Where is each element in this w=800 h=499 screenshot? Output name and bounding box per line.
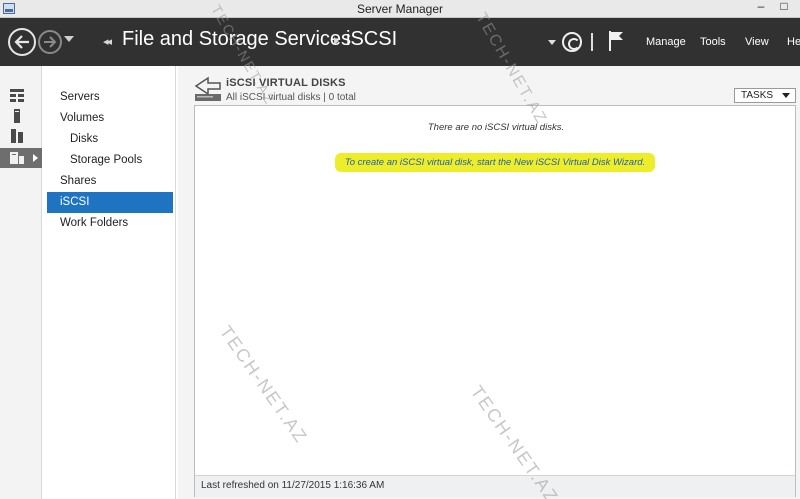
rail-all-servers[interactable] xyxy=(0,126,42,146)
notifications-flag-icon[interactable] xyxy=(608,30,624,52)
breadcrumb-header: ◂◂ File and Storage Services iSCSI Manag… xyxy=(0,18,800,66)
window-title: Server Manager xyxy=(356,2,444,16)
iscsi-disks-list-panel: There are no iSCSI virtual disks. To cre… xyxy=(194,105,796,497)
breadcrumb-root-arrows[interactable]: ◂◂ xyxy=(103,35,112,48)
menu-help[interactable]: Help xyxy=(787,36,800,48)
subnav-servers[interactable]: Servers xyxy=(47,87,173,108)
main-content: iSCSI VIRTUAL DISKS All iSCSI virtual di… xyxy=(178,66,800,499)
breadcrumb-dropdown-button[interactable] xyxy=(548,40,556,45)
arrow-left-icon xyxy=(14,35,29,49)
all-servers-icon xyxy=(11,129,23,143)
empty-message: There are no iSCSI virtual disks. xyxy=(427,122,565,133)
subnav-volumes[interactable]: Volumes xyxy=(47,108,173,129)
left-icon-rail xyxy=(0,66,42,499)
menu-tools[interactable]: Tools xyxy=(700,36,726,48)
breadcrumb-separator-icon xyxy=(334,37,339,45)
back-button[interactable] xyxy=(8,28,36,56)
minimize-button[interactable]: – xyxy=(750,0,772,14)
maximize-button[interactable]: □ xyxy=(773,0,795,14)
file-storage-subnav: Servers Volumes Disks Storage Pools Shar… xyxy=(46,66,176,499)
refresh-icon[interactable] xyxy=(562,32,582,52)
expand-arrow-icon xyxy=(33,154,38,162)
dashboard-icon xyxy=(10,89,24,102)
subnav-disks[interactable]: Disks xyxy=(47,129,173,150)
rail-dashboard[interactable] xyxy=(0,86,42,106)
iscsi-disk-icon xyxy=(194,76,221,101)
file-storage-icon xyxy=(10,152,24,164)
wizard-link-text: To create an iSCSI virtual disk, start t… xyxy=(344,157,646,168)
tasks-dropdown-button[interactable]: TASKS xyxy=(734,88,796,103)
arrow-right-icon xyxy=(44,36,57,48)
subnav-storage-pools[interactable]: Storage Pools xyxy=(47,150,173,171)
menu-view[interactable]: View xyxy=(745,36,769,48)
forward-button[interactable] xyxy=(38,30,62,54)
new-iscsi-wizard-link[interactable]: To create an iSCSI virtual disk, start t… xyxy=(335,153,655,172)
chevron-down-icon xyxy=(782,93,790,98)
breadcrumb-current: iSCSI xyxy=(346,28,398,50)
last-refreshed-text: Last refreshed on 11/27/2015 1:16:36 AM xyxy=(201,480,385,491)
header-divider xyxy=(591,33,593,51)
rail-file-storage[interactable] xyxy=(0,148,42,168)
window-titlebar: Server Manager – □ xyxy=(0,0,800,18)
menu-manage[interactable]: Manage xyxy=(646,36,686,48)
subnav-iscsi[interactable]: iSCSI xyxy=(47,192,173,213)
group-title: iSCSI VIRTUAL DISKS xyxy=(226,77,346,89)
history-dropdown-button[interactable] xyxy=(64,36,74,42)
local-server-icon xyxy=(14,109,20,123)
rail-local-server[interactable] xyxy=(0,106,42,126)
status-bar: Last refreshed on 11/27/2015 1:16:36 AM xyxy=(195,475,795,497)
subnav-shares[interactable]: Shares xyxy=(47,171,173,192)
group-subtitle: All iSCSI virtual disks | 0 total xyxy=(226,92,356,103)
tasks-label: TASKS xyxy=(741,90,774,101)
subnav-work-folders[interactable]: Work Folders xyxy=(47,213,173,234)
